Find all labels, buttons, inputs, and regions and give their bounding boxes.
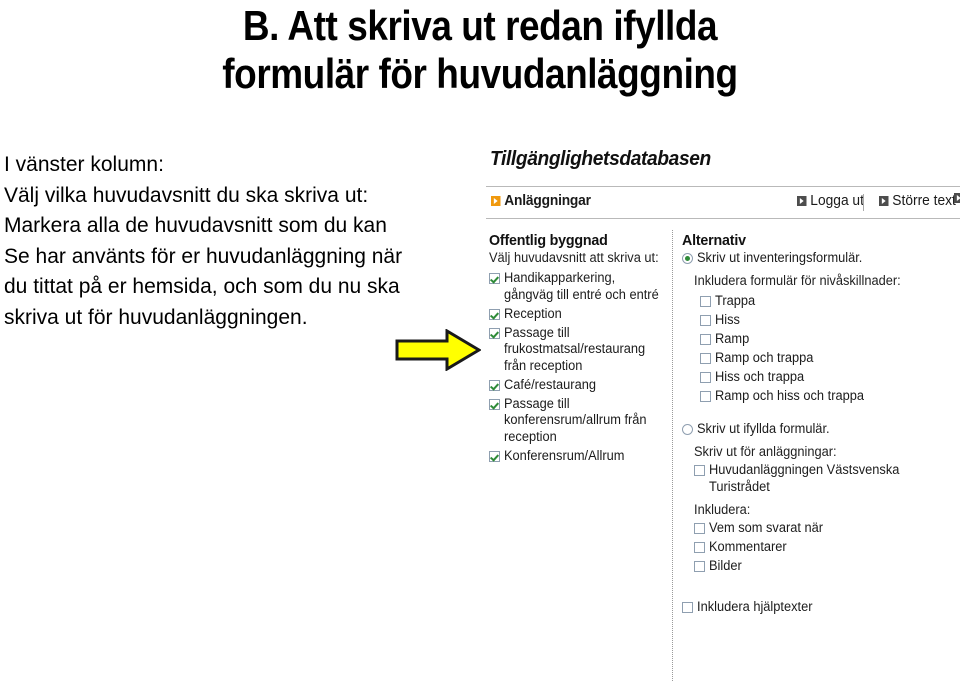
nav-item-storre-text[interactable]: Större text [879,193,956,209]
right-panel: Alternativ Skriv ut inventeringsformulär… [682,232,960,618]
checkbox-icon[interactable] [700,390,711,402]
level-difference-label: Inkludera formulär för nivåskillnader: [694,272,901,288]
checkbox-row[interactable]: Passage till konferensrum/allrum från re… [489,396,669,446]
checkbox-icon[interactable] [489,273,500,284]
checkbox-icon[interactable] [489,398,500,410]
checkbox-icon[interactable] [700,314,711,326]
body-line-5: du tittat på er hemsida, och som du nu s… [4,275,400,298]
checkbox-icon[interactable] [489,379,500,391]
facilities-label: Skriv ut för anläggningar: [694,444,837,459]
checkbox-row[interactable]: Hiss och trappa [700,369,960,386]
checkbox-label: Passage till frukostmatsal/restaurang fr… [504,324,646,373]
checkbox-row[interactable]: Ramp och trappa [700,350,960,367]
checkbox-row[interactable]: Café/restaurang [489,377,669,394]
checkbox-row[interactable]: Ramp och hiss och trappa [700,388,960,405]
radio-label: Skriv ut ifyllda formulär. [697,420,830,436]
nav-item-storre-text-label: Större text [892,193,956,209]
checkbox-icon[interactable] [700,333,711,345]
checkbox-label: Passage till konferensrum/allrum från re… [504,395,647,444]
checkbox-label: Reception [504,305,562,321]
page-title-line-1: B. Att skriva ut redan ifyllda [242,2,718,49]
checkbox-row[interactable]: Vem som svarat när [694,520,960,537]
checkbox-icon[interactable] [682,602,693,613]
gray-square-arrow-icon [879,196,889,206]
checkbox-icon[interactable] [694,465,705,476]
checkbox-row[interactable]: Reception [489,306,669,323]
left-panel-heading: Offentlig byggnad [489,232,608,249]
panel-divider [672,230,673,681]
checkbox-icon[interactable] [694,542,705,553]
nav-item-anlaggningar[interactable]: Anläggningar [491,193,591,209]
nav-separator [863,194,864,211]
checkbox-row[interactable]: Handikapparkering, gångväg till entré oc… [489,270,669,303]
nav-item-logga-ut[interactable]: Logga ut [797,193,864,209]
checkbox-row[interactable]: Kommentarer [694,539,960,556]
checkbox-label: Bilder [709,558,742,573]
body-line-1: I vänster kolumn: [4,153,164,176]
body-line-2: Välj vilka huvudavsnitt du ska skriva ut… [4,183,369,207]
checkbox-icon[interactable] [700,295,711,307]
checkbox-label: Ramp [715,330,750,346]
embedded-app-screenshot: Tillgänglighetsdatabasen Anläggningar Lo… [484,146,960,681]
checkbox-label: Trappa [715,292,756,308]
app-logo: Tillgänglighetsdatabasen [490,148,711,170]
checkbox-row-hjalptexter[interactable]: Inkludera hjälptexter [682,599,960,616]
gray-square-arrow-icon [954,193,960,203]
gray-square-arrow-icon [797,196,807,206]
checkbox-label: Konferensrum/Allrum [504,447,625,463]
right-arrow-icon [395,329,481,371]
nav-item-anlaggningar-label: Anläggningar [504,193,591,209]
checkbox-row[interactable]: Hiss [700,312,960,329]
checkbox-row[interactable]: Ramp [700,331,960,348]
slide-body-text: I vänster kolumn: Välj vilka huvudavsnit… [4,150,474,333]
nav-item-truncated[interactable] [954,193,960,203]
checkbox-label: Café/restaurang [504,376,596,392]
checkbox-label: Kommentarer [709,539,787,554]
nav-bar: Anläggningar Logga ut Större text [484,189,960,217]
right-panel-heading: Alternativ [682,232,746,249]
left-panel-subheading: Välj huvudavsnitt att skriva ut: [489,250,659,265]
checkbox-icon[interactable] [700,371,711,383]
checkbox-icon[interactable] [489,327,500,339]
page-title-line-2: formulär för huvudanläggning [222,50,738,97]
header-divider-top [486,186,960,187]
checkbox-row[interactable]: Bilder [694,558,960,575]
checkbox-label: Hiss och trappa [715,368,805,384]
radio-row-ifyllda-formular[interactable]: Skriv ut ifyllda formulär. [682,421,960,438]
left-panel: Offentlig byggnad Välj huvudavsnitt att … [489,232,669,467]
body-line-3: Markera alla de huvudavsnitt som du kan [4,214,387,237]
nav-item-logga-ut-label: Logga ut [810,193,864,209]
checkbox-label: Huvudanläggningen Västsvenska Turistråde… [709,462,900,494]
body-line-4: Se har använts för er huvudanläggning nä… [4,244,403,268]
radio-icon[interactable] [682,253,693,264]
radio-icon[interactable] [682,423,693,435]
checkbox-row[interactable]: Passage till frukostmatsal/restaurang fr… [489,325,669,375]
checkbox-icon[interactable] [700,352,711,364]
checkbox-icon[interactable] [694,561,705,572]
checkbox-row[interactable]: Trappa [700,293,960,310]
checkbox-icon[interactable] [694,523,705,534]
checkbox-label: Hiss [715,311,740,327]
header-divider-bottom [486,218,960,219]
checkbox-row[interactable]: Huvudanläggningen Västsvenska Turistråde… [694,462,960,495]
page-title: B. Att skriva ut redan ifyllda formulär … [58,2,903,98]
checkbox-label: Ramp och hiss och trappa [715,387,865,403]
checkbox-label: Handikapparkering, gångväg till entré oc… [504,270,659,302]
checkbox-icon[interactable] [489,308,500,320]
radio-label: Skriv ut inventeringsformulär. [697,250,863,265]
include-label: Inkludera: [694,502,751,517]
checkbox-label: Ramp och trappa [715,349,814,365]
checkbox-icon[interactable] [489,450,500,462]
checkbox-label: Vem som svarat när [709,520,824,535]
checkbox-label: Inkludera hjälptexter [697,599,813,614]
radio-row-inventeringsformular[interactable]: Skriv ut inventeringsformulär. [682,250,960,267]
checkbox-row[interactable]: Konferensrum/Allrum [489,448,669,465]
orange-square-arrow-icon [491,196,501,206]
